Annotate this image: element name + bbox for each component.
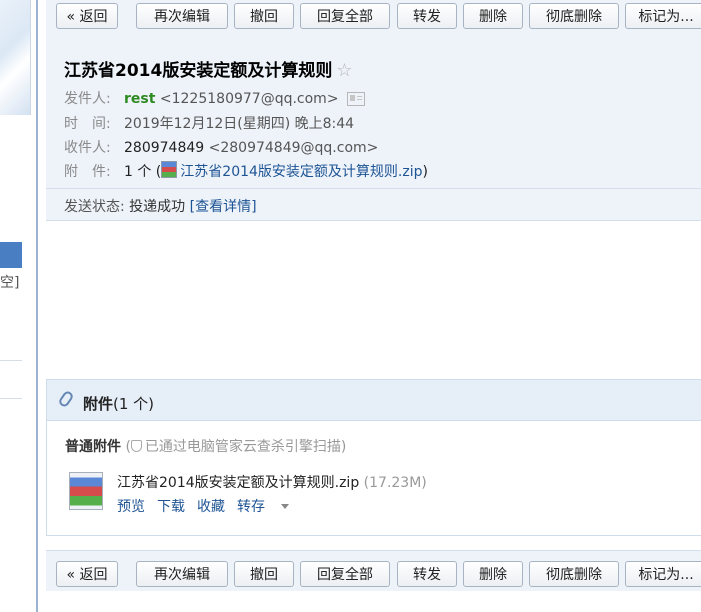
attachment-row: 附 件: 1 个 ( 江苏省2014版安装定额及计算规则.zip) [64, 161, 428, 181]
send-status-label: 发送状态: [64, 199, 125, 215]
attachment-panel: 附件(1 个) 普通附件 (已通过电脑管家云查杀引擎扫描) 江苏省2014版安装… [46, 379, 701, 536]
forward-button[interactable]: 转发 [397, 561, 457, 587]
from-row: 发件人: rest <1225180977@qq.com> [64, 88, 365, 108]
attachment-file-name[interactable]: 江苏省2014版安装定额及计算规则.zip [117, 475, 359, 491]
save-to-link[interactable]: 转存 [237, 499, 301, 515]
download-link[interactable]: 下载 [157, 499, 185, 515]
scan-notice: 已通过电脑管家云查杀引擎扫描 [144, 439, 341, 455]
paperclip-icon [57, 389, 75, 409]
caret-down-icon[interactable] [281, 504, 289, 509]
attachment-section-label: 普通附件 [65, 439, 121, 455]
zip-archive-icon[interactable] [69, 472, 103, 510]
reedit-button[interactable]: 再次编辑 [136, 561, 228, 587]
star-icon[interactable]: ☆ [336, 60, 352, 81]
mail-header: 江苏省2014版安装定额及计算规则 ☆ 发件人: rest <1225180977@… [46, 40, 701, 221]
bottom-toolbar: « 返回 再次编辑 撤回 回复全部 转发 删除 彻底删除 标记为... [46, 550, 701, 591]
back-button[interactable]: « 返回 [56, 3, 118, 29]
time-label: 时 间: [64, 116, 111, 132]
permanent-delete-button[interactable]: 彻底删除 [529, 561, 619, 587]
shield-icon [130, 440, 142, 452]
attachment-file-size: (17.23M) [363, 475, 427, 491]
zip-archive-icon [161, 161, 178, 178]
attachment-label: 附 件: [64, 164, 111, 180]
from-label: 发件人: [64, 91, 111, 107]
attachment-panel-title: 附件(1 个) [83, 393, 154, 414]
permanent-delete-button[interactable]: 彻底删除 [529, 3, 619, 29]
recall-button[interactable]: 撤回 [234, 3, 294, 29]
sidebar-divider [0, 360, 22, 361]
recall-button[interactable]: 撤回 [234, 561, 294, 587]
time-row: 时 间: 2019年12月12日(星期四) 晚上8:44 [64, 113, 354, 133]
sidebar-divider [0, 398, 22, 399]
to-label: 收件人: [64, 140, 111, 156]
preview-link[interactable]: 预览 [117, 499, 145, 515]
mark-as-button[interactable]: 标记为... [625, 561, 701, 587]
time-value: 2019年12月12日(星期四) 晚上8:44 [124, 116, 355, 132]
sidebar-banner [0, 0, 31, 115]
header-divider [46, 188, 701, 189]
to-row: 收件人: 280974849 <280974849@qq.com> [64, 137, 378, 157]
recipient-email: <280974849@qq.com> [208, 140, 379, 156]
favorite-link[interactable]: 收藏 [197, 499, 225, 515]
scan-close-paren: ) [340, 439, 347, 455]
sidebar-selected-item[interactable] [0, 242, 22, 268]
attachment-section: 普通附件 (已通过电脑管家云查杀引擎扫描) [65, 436, 346, 456]
attachment-title: 附件 [83, 395, 114, 413]
recipient-name[interactable]: 280974849 [124, 140, 204, 156]
attachment-link[interactable]: 江苏省2014版安装定额及计算规则.zip [180, 164, 422, 180]
delete-button[interactable]: 删除 [463, 561, 523, 587]
attachment-count: 1 个 ( [124, 164, 162, 180]
delete-button[interactable]: 删除 [463, 3, 523, 29]
mail-subject: 江苏省2014版安装定额及计算规则 ☆ [64, 56, 352, 81]
attachment-actions: 预览 下载 收藏 转存 [117, 496, 313, 516]
left-sidebar: 空] [0, 0, 38, 612]
sidebar-fragment-text[interactable]: 空] [0, 272, 19, 292]
send-status-row: 发送状态: 投递成功 [查看详情] [64, 196, 257, 216]
save-to-label[interactable]: 转存 [237, 499, 265, 515]
back-button[interactable]: « 返回 [56, 561, 118, 587]
attachment-panel-header: 附件(1 个) [47, 380, 701, 421]
contact-card-icon[interactable] [346, 92, 365, 106]
top-toolbar: « 返回 再次编辑 撤回 回复全部 转发 删除 彻底删除 标记为... [46, 0, 701, 41]
sidebar-border [36, 0, 38, 612]
reply-all-button[interactable]: 回复全部 [300, 561, 390, 587]
sender-name[interactable]: rest [124, 91, 155, 107]
send-status-value: 投递成功 [129, 199, 186, 215]
attachment-file: 江苏省2014版安装定额及计算规则.zip (17.23M) [117, 472, 427, 492]
attachment-close-paren: ) [422, 164, 428, 180]
reply-all-button[interactable]: 回复全部 [300, 3, 390, 29]
sender-email: <1225180977@qq.com> [159, 91, 339, 107]
status-detail-link[interactable]: [查看详情] [190, 199, 257, 215]
subject-text: 江苏省2014版安装定额及计算规则 [64, 61, 333, 81]
mark-as-button[interactable]: 标记为... [625, 3, 701, 29]
reedit-button[interactable]: 再次编辑 [136, 3, 228, 29]
attachment-total: (1 个) [113, 395, 155, 413]
forward-button[interactable]: 转发 [397, 3, 457, 29]
